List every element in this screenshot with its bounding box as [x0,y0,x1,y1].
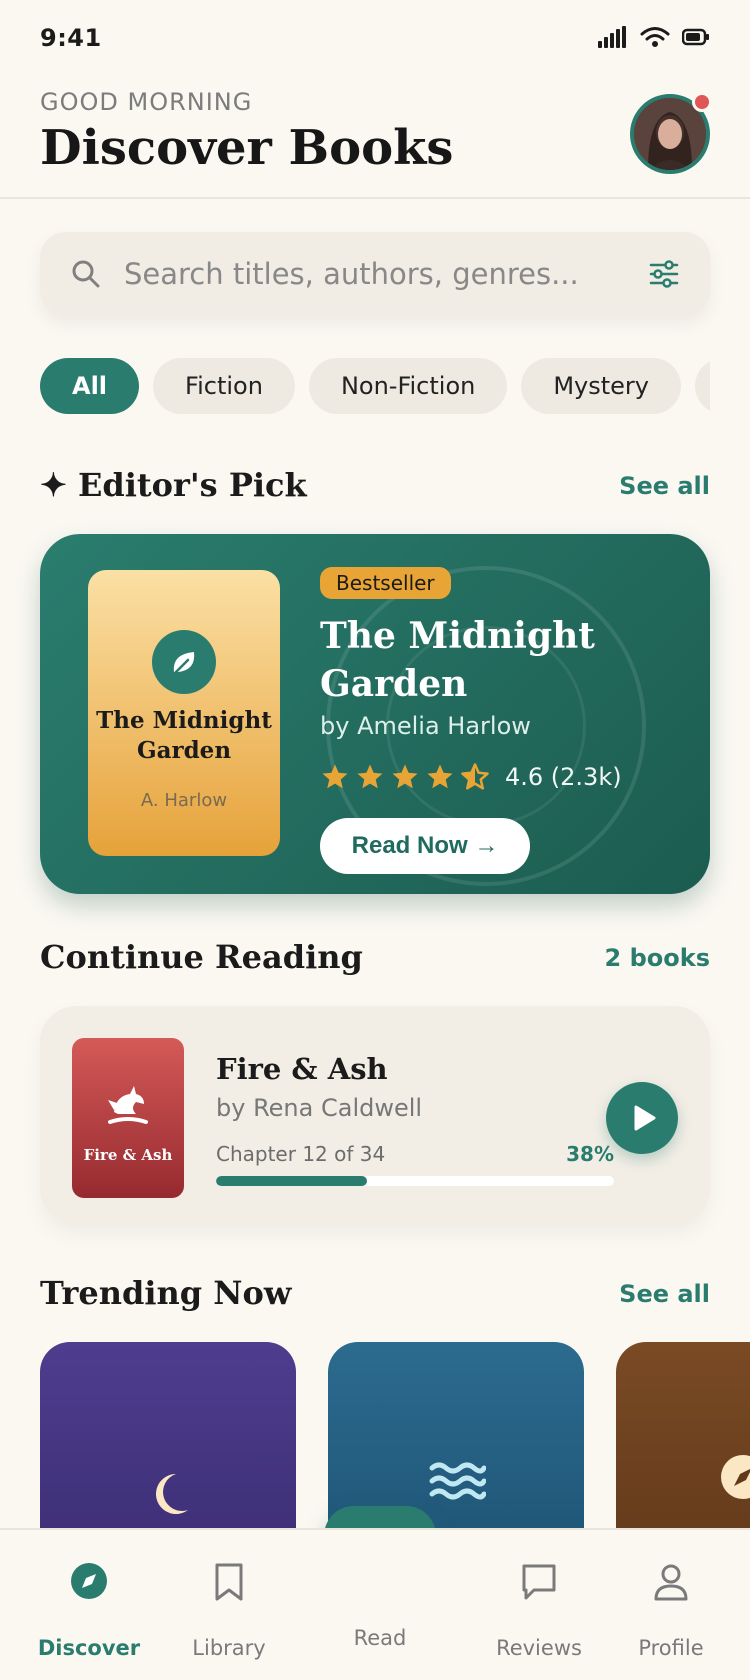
editors-pick-see-all[interactable]: See all [619,472,710,500]
play-icon [634,1105,656,1131]
search-input[interactable] [124,246,604,302]
play-button[interactable] [606,1082,678,1154]
star-icon [357,764,383,789]
page-title: Discover Books [40,120,454,176]
user-icon [654,1564,688,1601]
continue-reading-count[interactable]: 2 books [605,944,710,972]
trending-book-card[interactable] [328,1342,584,1528]
filter-icon[interactable] [648,258,680,290]
continue-book-cover[interactable]: Fire & Ash [72,1038,184,1198]
nav-profile-label: Profile [638,1636,704,1660]
compass-icon [721,1455,750,1499]
wifi-icon [640,27,670,47]
continue-reading-title: Continue Reading [40,938,363,976]
trending-see-all[interactable]: See all [619,1280,710,1308]
bestseller-badge: Bestseller [320,567,451,599]
progress-bar [216,1176,614,1186]
chapter-progress-text: Chapter 12 of 34 [216,1142,386,1166]
trending-carousel [40,1342,750,1528]
bottom-nav: Discover Library Reviews Profile [0,1528,750,1680]
editors-pick-heading: ✦ Editor's Pick [40,466,307,504]
nav-library-label: Library [192,1636,266,1660]
progress-percent: 38% [566,1142,614,1166]
editors-pick-title: Editor's Pick [77,466,307,504]
chip-non-fiction[interactable]: Non-Fiction [308,358,508,414]
nav-read-label: Read [353,1626,407,1650]
star-icon [392,764,418,789]
chip-more[interactable] [695,358,710,414]
signal-icon [598,26,626,48]
featured-cover-author: A. Harlow [140,790,228,811]
moon-icon [156,1474,188,1514]
rating-text: 4.6 (2.3k) [505,763,622,791]
star-icon [322,764,348,789]
continue-cover-title: Fire & Ash [83,1146,173,1164]
sparkle-icon: ✦ [40,466,67,504]
search-icon [72,260,100,288]
bookmark-icon [215,1563,243,1601]
trending-book-card[interactable] [616,1342,750,1528]
half-star-icon [461,763,489,790]
search-bar [40,232,710,316]
continue-reading-card[interactable]: Fire & Ash Fire & Ash by Rena Caldwell C… [40,1006,710,1224]
chip-fiction[interactable]: Fiction [153,358,295,414]
trending-book-card[interactable] [40,1342,296,1528]
battery-icon [682,28,709,46]
chip-mystery[interactable]: Mystery [521,358,682,414]
dragon-icon [108,1086,148,1124]
nav-discover-label: Discover [37,1636,141,1660]
trending-title: Trending Now [40,1274,292,1312]
continue-author: by Rena Caldwell [216,1094,423,1122]
featured-book-cover[interactable]: The Midnight Garden A. Harlow [88,570,280,856]
nav-reviews-label: Reviews [496,1636,582,1660]
star-icon [427,764,453,789]
chat-bubble-icon [522,1564,556,1600]
featured-book-card[interactable]: The Midnight Garden A. Harlow Bestseller… [40,534,710,894]
rating-stars: 4.6 (2.3k) [320,762,622,792]
read-now-button[interactable]: Read Now → [320,818,530,874]
header-divider [0,197,750,199]
status-time: 9:41 [40,24,102,52]
greeting: GOOD MORNING [40,88,253,116]
category-chips: All Fiction Non-Fiction Mystery [40,358,710,414]
status-bar: 9:41 [0,0,750,80]
status-icons [598,26,710,48]
waves-icon [429,1462,486,1500]
progress-bar-fill [216,1176,368,1186]
avatar[interactable] [630,92,712,174]
featured-author: by Amelia Harlow [320,712,531,740]
compass-icon [71,1563,107,1599]
featured-cover-title: The Midnight Garden [96,707,272,764]
leaf-icon [152,630,216,694]
chip-all[interactable]: All [40,358,140,414]
notification-dot [692,92,712,112]
continue-title: Fire & Ash [216,1052,388,1086]
featured-title: The Midnight Garden [320,615,595,705]
